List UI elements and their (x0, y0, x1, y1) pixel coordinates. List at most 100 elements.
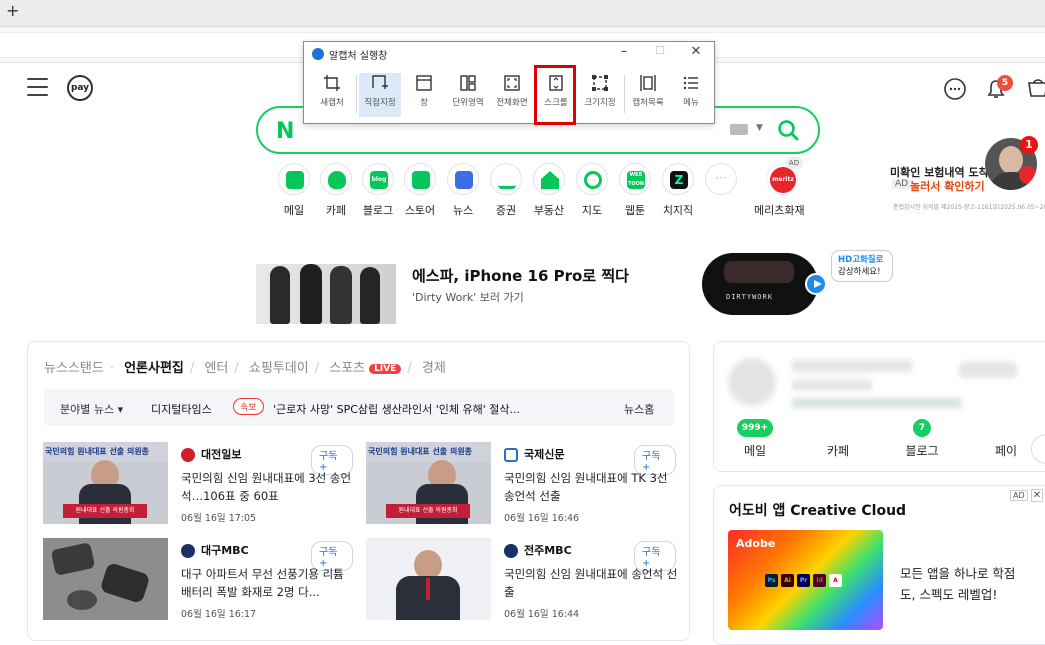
blog-count-badge: 7 (913, 419, 931, 437)
shortcut-meritz[interactable]: meritz 메리츠화재 (754, 163, 805, 218)
tab-press-edit[interactable]: 언론사편집 (124, 357, 184, 376)
news-ticker: 분야별 뉴스 ▾ 디지털타임스 속보 '근로자 사망' SPC삼립 생산라인서 … (44, 389, 674, 426)
scroll-tool-highlight (534, 65, 576, 125)
profile-blog[interactable]: 블로그 (892, 442, 952, 459)
play-icon[interactable] (805, 273, 827, 295)
shortcut-ad-tag: AD (785, 157, 803, 169)
adobe-brand: Adobe (736, 537, 776, 550)
news-headline[interactable]: 대구 아파트서 무선 선풍기용 리튬 배터리 폭발 화재로 2명 다... (181, 565, 356, 601)
banner-phone-image[interactable]: DIRTYWORK (702, 253, 818, 315)
tool-window[interactable]: 창 (403, 73, 445, 117)
press-logo-icon (504, 544, 518, 558)
shortcut-chzzk[interactable]: Z 치지직 (658, 163, 698, 218)
news-category-dropdown[interactable]: 분야별 뉴스 ▾ (60, 401, 123, 417)
shortcut-more[interactable]: ··· (701, 163, 741, 202)
shortcut-news[interactable]: 뉴스 (443, 163, 483, 218)
news-thumbnail[interactable] (43, 538, 168, 620)
tab-newsstand[interactable]: 뉴스스탠드 (44, 357, 104, 376)
window-icon (416, 75, 432, 91)
cart-icon[interactable] (1026, 77, 1045, 101)
ad-tag: AD (1010, 490, 1028, 501)
insurance-ad-tag: AD (892, 179, 912, 189)
blurred-button[interactable] (958, 362, 1018, 378)
crop-icon (324, 75, 340, 91)
press-name[interactable]: 대구MBC (201, 542, 249, 558)
shortcut-realestate[interactable]: 부동산 (529, 163, 569, 218)
avatar[interactable] (728, 358, 776, 406)
shortcut-blog[interactable]: blog 블로그 (358, 163, 398, 218)
menu-icon (683, 76, 698, 90)
tool-select-region[interactable]: 직접지정 (359, 73, 401, 117)
capture-list-icon (640, 75, 656, 91)
press-name[interactable]: 대전일보 (201, 446, 241, 462)
tool-unit-area[interactable]: 단위영역 (447, 73, 489, 117)
banner-title[interactable]: 에스파, iPhone 16 Pro로 찍다 (412, 265, 629, 286)
alcapture-logo-icon (312, 48, 324, 60)
tab-shopping[interactable]: 쇼핑투데이 (249, 357, 309, 376)
minimize-button[interactable]: – (614, 44, 634, 59)
news-time: 06월 16일 16:46 (504, 513, 580, 524)
unit-area-icon (460, 75, 476, 91)
news-headline[interactable]: 국민의힘 신임 원내대표에 TK 3선 송언석 선출 (504, 469, 679, 505)
shortcut-webtoon[interactable]: WEB TOON 웹툰 (615, 163, 655, 218)
pay-icon[interactable]: pay (67, 75, 93, 101)
tool-menu[interactable]: 메뉴 (670, 73, 712, 117)
adobe-ad-description[interactable]: 모든 앱을 하나로 학점도, 스펙도 레벨업! (900, 563, 1030, 605)
press-logo-icon (504, 448, 518, 462)
ad-close-icon[interactable]: ✕ (1031, 489, 1043, 502)
mail-count-badge: 999+ (737, 419, 773, 437)
news-thumbnail[interactable] (366, 538, 491, 620)
profile-cafe[interactable]: 카페 (808, 442, 868, 459)
shortcut-map[interactable]: 지도 (572, 163, 612, 218)
hamburger-menu-icon[interactable] (27, 78, 48, 96)
news-tabs: 뉴스스탠드 · 언론사편집 / 엔터 / 쇼핑투데이 / 스포츠 LIVE / 경제 (44, 357, 446, 376)
chevron-down-icon[interactable]: ▼ (756, 123, 763, 133)
maximize-button[interactable]: ☐ (650, 44, 670, 57)
chat-icon[interactable] (943, 77, 967, 101)
shortcut-cafe[interactable]: 카페 (316, 163, 356, 218)
premiere-icon: Pr (797, 574, 810, 587)
press-logo-icon (181, 448, 195, 462)
news-item: 대구MBC 구독 + 대구 아파트서 무선 선풍기용 리튬 배터리 폭발 화재로… (43, 538, 353, 620)
breaking-badge: 속보 (233, 398, 264, 415)
press-name[interactable]: 전주MBC (524, 542, 572, 558)
tool-capture-list[interactable]: 캡처목록 (627, 73, 669, 117)
tab-economy[interactable]: 경제 (422, 357, 446, 376)
close-button[interactable]: ✕ (686, 44, 706, 59)
news-thumbnail[interactable]: 국민의힘 원내대표 선출 의원총 원내대표 선출 의원총회 (366, 442, 491, 524)
news-headline[interactable]: 국민의힘 신임 원내대표에 3선 송언석…106표 중 60표 (181, 469, 356, 505)
select-region-icon (372, 75, 388, 89)
ticker-press[interactable]: 디지털타임스 (151, 401, 212, 417)
banner-image[interactable] (256, 264, 396, 324)
tab-sports[interactable]: 스포츠 (329, 357, 365, 376)
adobe-ad-title[interactable]: 어도비 앱 Creative Cloud (729, 500, 906, 520)
news-thumbnail[interactable]: 국민의힘 원내대표 선출 의원총 원내대표 선출 의원총회 (43, 442, 168, 524)
news-item: 전주MBC 구독 + 국민의힘 신임 원내대표에 송언석 선출 06월 16일 … (366, 538, 679, 620)
blurred-user-info (792, 398, 962, 408)
insurance-ad-line2[interactable]: 놀러서 확인하기 (910, 178, 985, 194)
press-name[interactable]: 국제신문 (524, 446, 564, 462)
shortcut-store[interactable]: 스토어 (400, 163, 440, 218)
profile-pay[interactable]: 페이 (976, 442, 1036, 459)
shortcut-stock[interactable]: 증권 (486, 163, 526, 218)
shortcut-mail[interactable]: 메일 (274, 163, 314, 218)
keyboard-icon[interactable] (730, 124, 748, 135)
search-icon[interactable] (777, 119, 799, 141)
new-tab-button[interactable]: + (6, 1, 19, 20)
news-headline[interactable]: 국민의힘 신임 원내대표에 송언석 선출 (504, 565, 679, 601)
news-time: 06월 16일 16:44 (504, 609, 580, 620)
press-logo-icon (181, 544, 195, 558)
insurance-ad-note: 준법감시인 심의필 제2025-광고-1161호(2025.06.05~2026… (893, 204, 1045, 211)
tool-fullscreen[interactable]: 전체화면 (491, 73, 533, 117)
tab-enter[interactable]: 엔터 (204, 357, 228, 376)
acrobat-icon: A (829, 574, 842, 587)
illustrator-icon: Ai (781, 574, 794, 587)
capture-titlebar[interactable]: 알캡처 실행창 – ☐ ✕ (304, 42, 714, 66)
news-home-link[interactable]: 뉴스홈 (624, 401, 654, 417)
tool-new-capture[interactable]: 새캡처 (311, 73, 353, 117)
tool-size[interactable]: 크기지정 (579, 73, 621, 117)
banner-subtitle[interactable]: 'Dirty Work' 보러 가기 (412, 289, 524, 305)
ticker-headline[interactable]: '근로자 사망' SPC삼립 생산라인서 '인체 유해' 절삭... (273, 401, 520, 417)
profile-mail[interactable]: 메일 (725, 442, 785, 459)
naver-logo[interactable]: N (276, 119, 294, 144)
